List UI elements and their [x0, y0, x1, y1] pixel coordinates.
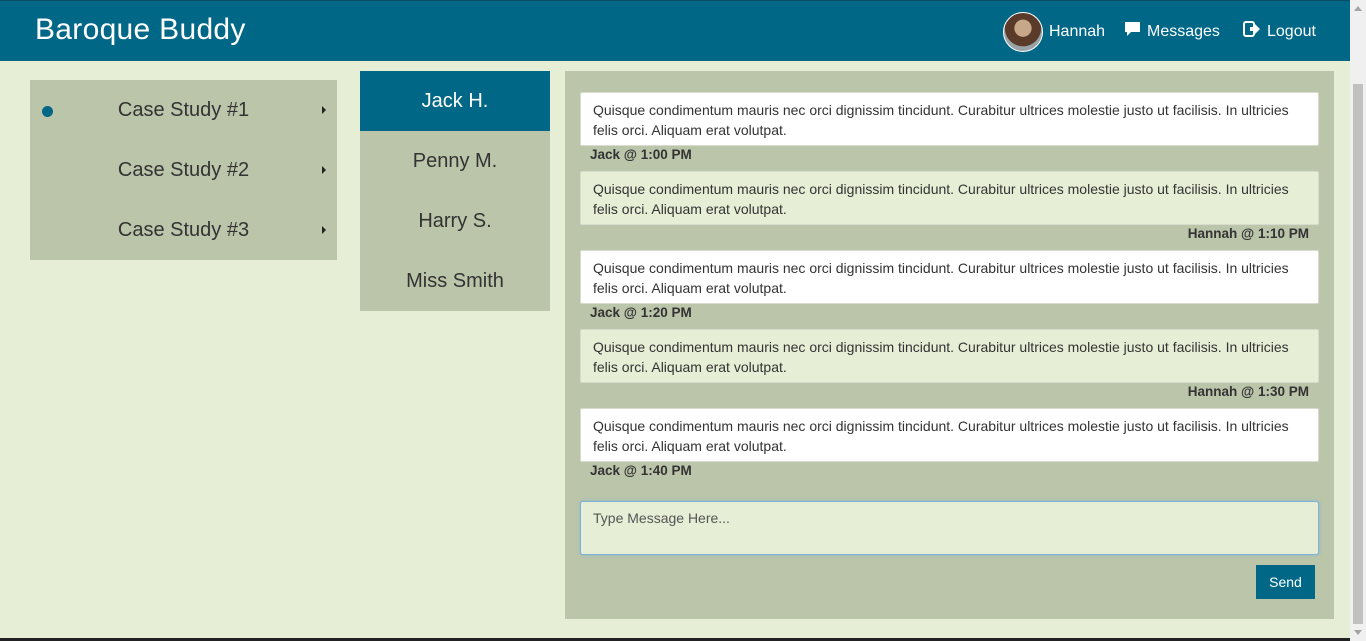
scroll-up-icon[interactable] — [1354, 6, 1362, 11]
contact-item-harry[interactable]: Harry S. — [360, 191, 550, 251]
message-bubble: Quisque condimentum mauris nec orci dign… — [580, 250, 1319, 304]
user-profile-link[interactable]: Hannah — [1003, 1, 1105, 62]
message-meta: Hannah @ 1:30 PM — [1187, 384, 1309, 399]
user-avatar[interactable] — [1003, 11, 1043, 52]
scroll-thumb[interactable] — [1353, 84, 1363, 624]
case-study-item-2[interactable]: Case Study #2 — [30, 140, 337, 200]
contact-item-miss-smith[interactable]: Miss Smith — [360, 251, 550, 311]
case-study-label: Case Study #3 — [117, 218, 250, 241]
scroll-down-icon[interactable] — [1354, 630, 1362, 635]
case-study-label: Case Study #2 — [117, 158, 250, 181]
page-scrollbar[interactable] — [1350, 0, 1366, 641]
messages-label[interactable]: Messages — [1147, 23, 1220, 41]
message-bubble: Quisque condimentum mauris nec orci dign… — [580, 329, 1319, 383]
logout-label[interactable]: Logout — [1267, 23, 1316, 41]
user-name[interactable]: Hannah — [1049, 23, 1105, 41]
speech-bubble-icon — [1124, 21, 1141, 42]
chat-panel: Quisque condimentum mauris nec orci dign… — [565, 71, 1334, 619]
caret-right-icon — [322, 106, 326, 114]
contact-item-penny[interactable]: Penny M. — [360, 131, 550, 191]
caret-right-icon — [322, 166, 326, 174]
message-input[interactable] — [580, 501, 1319, 555]
case-study-item-3[interactable]: Case Study #3 — [30, 200, 337, 260]
contact-list: Jack H. Penny M. Harry S. Miss Smith — [360, 71, 550, 311]
brand-title[interactable]: Baroque Buddy — [35, 13, 246, 47]
contact-item-jack[interactable]: Jack H. — [360, 71, 550, 131]
case-study-list: Case Study #1 Case Study #2 Case Study #… — [30, 80, 337, 260]
case-study-label: Case Study #1 — [117, 98, 250, 121]
message-meta: Jack @ 1:20 PM — [590, 305, 692, 320]
message-bubble: Quisque condimentum mauris nec orci dign… — [580, 92, 1319, 146]
message-bubble: Quisque condimentum mauris nec orci dign… — [580, 171, 1319, 225]
caret-right-icon — [322, 226, 326, 234]
logout-link[interactable]: Logout — [1243, 1, 1316, 62]
case-study-item-1[interactable]: Case Study #1 — [30, 80, 337, 140]
message-bubble: Quisque condimentum mauris nec orci dign… — [580, 408, 1319, 462]
logout-icon — [1243, 21, 1261, 42]
message-meta: Jack @ 1:00 PM — [590, 147, 692, 162]
send-button[interactable]: Send — [1256, 565, 1315, 599]
message-meta: Jack @ 1:40 PM — [590, 463, 692, 478]
top-navbar: Baroque Buddy Hannah Messages Logout — [0, 0, 1350, 61]
selected-dot-icon — [42, 106, 53, 117]
messages-link[interactable]: Messages — [1124, 1, 1220, 62]
message-meta: Hannah @ 1:10 PM — [1187, 226, 1309, 241]
